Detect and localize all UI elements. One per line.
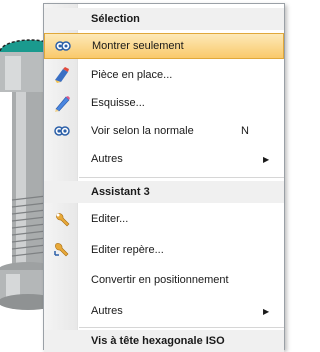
menu-item-show-only[interactable]: Montrer seulement (44, 33, 284, 59)
menu-item-label: Autres (91, 305, 123, 317)
submenu-arrow-icon: ▶ (263, 306, 270, 316)
menu-item-label: Autres (91, 153, 123, 165)
part-in-place-icon (55, 67, 69, 83)
menu-item-others-1[interactable]: Autres ▶ (44, 146, 284, 172)
shortcut-key: N (241, 125, 249, 137)
menu-item-label: Voir selon la normale (91, 125, 194, 137)
menu-item-label: Editer repère... (91, 244, 164, 256)
section-header-label: Vis à tête hexagonale ISO (91, 335, 225, 347)
section-header-assistant: Assistant 3 (44, 181, 284, 203)
menu-item-label: Editer... (91, 213, 129, 225)
menu-item-edit-frame[interactable]: Editer repère... (44, 237, 284, 263)
section-header-selection: Sélection (44, 8, 284, 30)
section-header-label: Assistant 3 (91, 186, 150, 198)
menu-item-edit[interactable]: Editer... (44, 206, 284, 232)
section-header-hex-bolt: Vis à tête hexagonale ISO (44, 330, 284, 352)
menu-item-label: Montrer seulement (92, 40, 184, 52)
show-only-icon (55, 41, 71, 51)
menu-item-convert-positioning[interactable]: Convertir en positionnement (44, 267, 284, 293)
edit-frame-icon (54, 243, 69, 257)
context-menu: Sélection Montrer seulement Pièce en pla… (43, 3, 285, 352)
menu-item-others-2[interactable]: Autres ▶ (44, 298, 284, 324)
menu-separator (79, 327, 284, 328)
menu-item-label: Esquisse... (91, 97, 145, 109)
menu-separator (79, 177, 284, 178)
menu-item-label: Convertir en positionnement (91, 274, 229, 286)
menu-item-part-in-place[interactable]: Pièce en place... (44, 62, 284, 88)
submenu-arrow-icon: ▶ (263, 154, 270, 164)
menu-item-label: Pièce en place... (91, 69, 173, 81)
view-normal-icon (54, 126, 70, 136)
sketch-pencil-icon (55, 96, 70, 112)
wrench-edit-icon (56, 213, 70, 227)
section-header-label: Sélection (91, 13, 140, 25)
menu-item-sketch[interactable]: Esquisse... (44, 90, 284, 116)
menu-item-view-normal[interactable]: Voir selon la normale N (44, 118, 284, 144)
